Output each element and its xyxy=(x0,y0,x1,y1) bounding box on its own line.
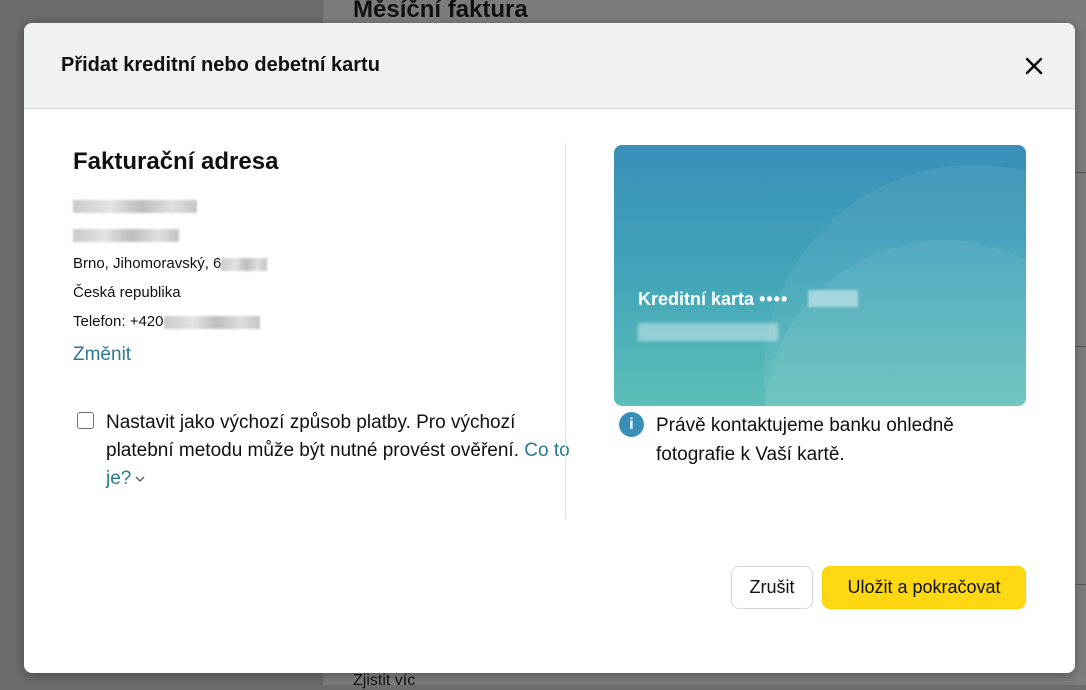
background-divider xyxy=(1075,346,1086,347)
change-address-link[interactable]: Změnit xyxy=(73,344,131,366)
redacted-card-holder xyxy=(638,323,778,341)
redacted-street xyxy=(73,228,179,242)
address-city-text: Brno, Jihomoravský, 6 xyxy=(73,255,222,272)
default-payment-label: Nastavit jako výchozí způsob platby. Pro… xyxy=(106,409,576,493)
background-bottom-text: Zjistit víc xyxy=(353,672,416,689)
close-icon xyxy=(1025,57,1043,75)
background-divider xyxy=(1075,172,1086,173)
modal-title: Přidat kreditní nebo debetní kartu xyxy=(61,54,380,76)
info-icon: i xyxy=(619,412,644,437)
address-country-line: Česká republika xyxy=(73,284,181,301)
save-and-continue-button[interactable]: Uložit a pokračovat xyxy=(822,566,1026,609)
card-dots: •••• xyxy=(759,289,789,309)
chevron-down-icon xyxy=(135,476,145,482)
address-name-line xyxy=(73,191,573,220)
background-divider xyxy=(1075,584,1086,585)
modal-header: Přidat kreditní nebo debetní kartu xyxy=(24,23,1075,109)
background-page-title: Měsíční faktura xyxy=(353,0,528,23)
close-button[interactable] xyxy=(1021,53,1047,79)
default-payment-row: Nastavit jako výchozí způsob platby. Pro… xyxy=(77,409,577,493)
add-card-modal: Přidat kreditní nebo debetní kartu Faktu… xyxy=(24,23,1075,673)
billing-address-lines: Brno, Jihomoravský, 6 Česká republika Te… xyxy=(73,191,573,336)
billing-address-heading: Fakturační adresa xyxy=(73,148,279,175)
cancel-button[interactable]: Zrušit xyxy=(731,566,813,609)
billing-address-section: Fakturační adresa Brno, Jihomoravský, 6 … xyxy=(73,145,573,366)
credit-card-preview: Kreditní karta •••• xyxy=(614,145,1026,406)
redacted-postcode xyxy=(221,257,268,271)
card-label: Kreditní karta •••• xyxy=(638,289,788,310)
address-phone-line: Telefon: +420 xyxy=(73,307,573,336)
address-phone-text: Telefon: +420 xyxy=(73,313,164,330)
address-street-line xyxy=(73,220,573,249)
card-type: Kreditní karta xyxy=(638,289,755,309)
column-divider xyxy=(565,143,566,519)
redacted-card-digits xyxy=(808,290,858,307)
default-payment-text: Nastavit jako výchozí způsob platby. Pro… xyxy=(106,412,519,461)
info-message: i Právě kontaktujeme banku ohledně fotog… xyxy=(619,411,1039,469)
address-city-line: Brno, Jihomoravský, 6 xyxy=(73,249,573,278)
redacted-phone xyxy=(163,315,260,329)
info-text: Právě kontaktujeme banku ohledně fotogra… xyxy=(656,415,954,465)
redacted-name xyxy=(73,199,197,213)
default-payment-checkbox[interactable] xyxy=(77,412,94,429)
